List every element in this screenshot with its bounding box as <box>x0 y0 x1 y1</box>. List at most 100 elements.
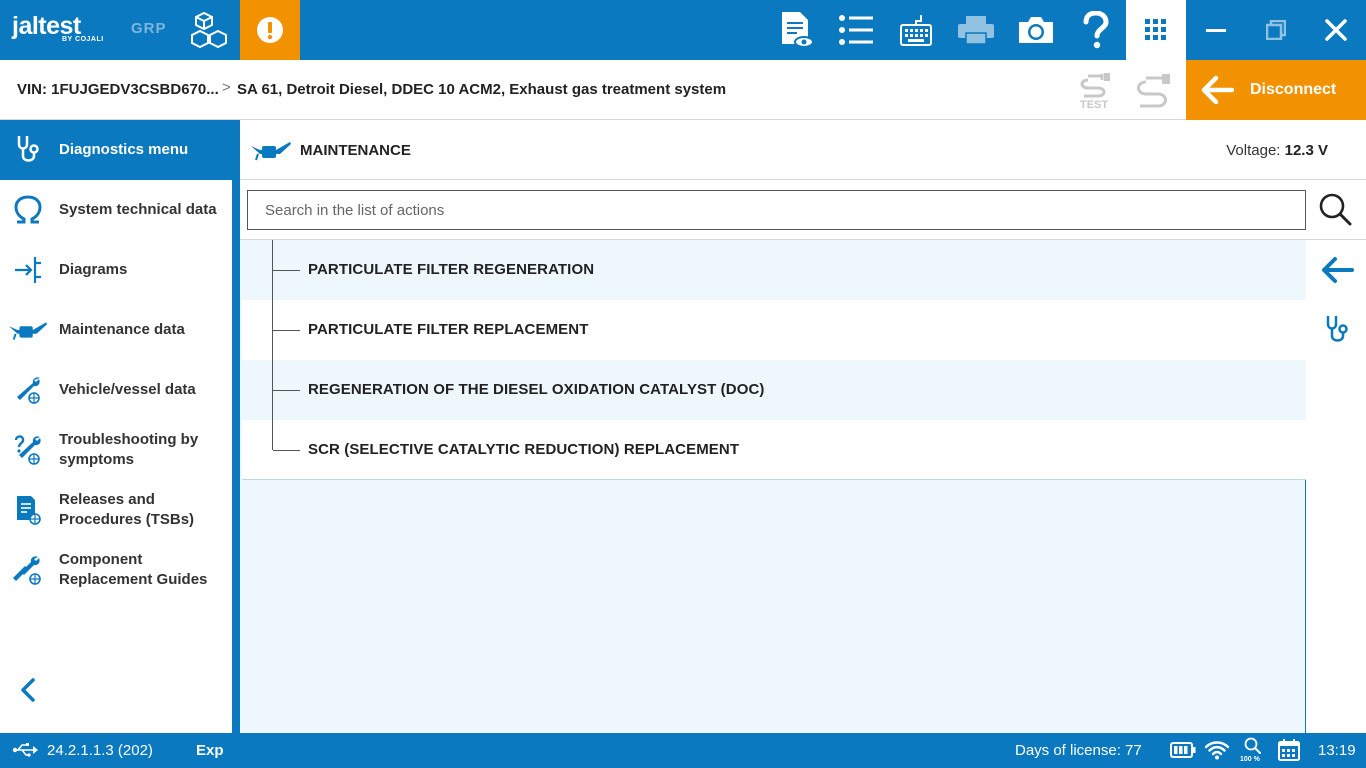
action-label: REGENERATION OF THE DIESEL OXIDATION CAT… <box>308 381 765 398</box>
voltage-label: Voltage: <box>1226 142 1281 159</box>
voltage-value: 12.3 V <box>1284 142 1328 159</box>
sidebar-item-diagnostics-menu[interactable]: Diagnostics menu <box>0 120 232 180</box>
sidebar-item-label: Troubleshooting by symptoms <box>59 431 199 468</box>
chevron-left-icon <box>21 678 35 702</box>
mode-label: Exp <box>196 742 224 759</box>
breadcrumb-system-path[interactable]: SA 61, Detroit Diesel, DDEC 10 ACM2, Exh… <box>237 81 726 98</box>
tree-branch <box>273 330 300 331</box>
zoom-icon <box>1244 737 1261 754</box>
cable-connector-icon <box>1137 74 1170 108</box>
arrow-left-icon <box>1201 75 1234 105</box>
arrow-left-icon <box>1322 257 1354 283</box>
sidebar-item-label: System technical data <box>59 201 217 218</box>
page-title: MAINTENANCE <box>300 142 411 159</box>
logo-subtext: BY COJALI <box>62 36 104 43</box>
apps-grid-icon <box>1145 19 1166 40</box>
jaltest-logo: jaltest BY COJALI <box>12 10 122 50</box>
cubes-icon[interactable] <box>190 11 230 49</box>
status-bar: 24.2.1.1.3 (202) Exp Days of license: 77… <box>0 733 1366 768</box>
list-item[interactable]: PARTICULATE FILTER REPLACEMENT <box>242 300 1306 360</box>
search-icon <box>1319 193 1352 226</box>
search-input[interactable] <box>247 190 1306 230</box>
sidebar: Diagnostics menu System technical data D… <box>0 120 240 733</box>
calendar-icon <box>1278 739 1300 761</box>
top-toolbar: jaltest BY COJALI GRP <box>0 0 1366 60</box>
list-item[interactable]: REGENERATION OF THE DIESEL OXIDATION CAT… <box>242 360 1306 420</box>
tools-globe-icon <box>8 552 48 588</box>
sidebar-item-diagrams[interactable]: Diagrams <box>0 240 232 300</box>
version-label: 24.2.1.1.3 (202) <box>47 742 153 759</box>
sidebar-item-label: Diagnostics menu <box>59 141 189 158</box>
troubleshoot-icon <box>8 432 48 468</box>
minimize-icon <box>1206 29 1226 32</box>
test-connector-icon: TEST <box>1080 73 1110 111</box>
action-label: PARTICULATE FILTER REGENERATION <box>308 261 595 278</box>
back-button[interactable] <box>1319 252 1355 288</box>
disconnect-label: Disconnect <box>1250 81 1337 98</box>
list-item[interactable]: SCR (SELECTIVE CATALYTIC REDUCTION) REPL… <box>242 420 1306 480</box>
zoom-control[interactable]: 100 % <box>1240 737 1266 765</box>
breadcrumb-separator: > <box>222 79 231 96</box>
sidebar-item-label: Component Replacement Guides <box>59 551 208 588</box>
alert-button[interactable] <box>240 0 300 60</box>
report-view-button[interactable] <box>766 0 826 60</box>
clock-time: 13:19 <box>1318 742 1356 759</box>
grp-label: GRP <box>131 20 167 37</box>
list-item[interactable]: PARTICULATE FILTER REGENERATION <box>242 240 1306 300</box>
sidebar-item-label: Maintenance data <box>59 321 185 338</box>
zoom-level: 100 % <box>1240 756 1260 763</box>
vci-cable-button[interactable] <box>1132 72 1178 112</box>
stethoscope-icon <box>1326 316 1348 342</box>
license-days-label: Days of license: 77 <box>1015 742 1142 759</box>
minimize-button[interactable] <box>1186 0 1246 60</box>
help-icon <box>1083 11 1109 49</box>
print-button[interactable] <box>946 0 1006 60</box>
tsb-document-icon <box>8 492 48 528</box>
keyboard-icon <box>900 15 932 46</box>
sidebar-item-label: Vehicle/vessel data <box>59 381 196 398</box>
apps-button[interactable] <box>1126 0 1186 60</box>
close-icon <box>1325 19 1347 41</box>
restore-button[interactable] <box>1246 0 1306 60</box>
sidebar-item-releases-and-procedures[interactable]: Releases and Procedures (TSBs) <box>0 480 232 540</box>
breadcrumb-vin[interactable]: VIN: 1FUJGEDV3CSBD670... <box>17 81 219 98</box>
stethoscope-icon <box>8 132 48 168</box>
list-icon <box>839 15 873 45</box>
help-button[interactable] <box>1066 0 1126 60</box>
wifi-icon <box>1205 741 1229 760</box>
actions-list: PARTICULATE FILTER REGENERATION PARTICUL… <box>240 240 1306 733</box>
diagnostics-shortcut-button[interactable] <box>1319 312 1355 348</box>
action-label: PARTICULATE FILTER REPLACEMENT <box>308 321 589 338</box>
list-divider <box>242 479 1306 480</box>
sidebar-item-label: Releases and Procedures (TSBs) <box>59 491 195 528</box>
search-button[interactable] <box>1318 192 1354 228</box>
sidebar-item-maintenance-data[interactable]: Maintenance data <box>0 300 232 360</box>
right-rail <box>1307 240 1366 733</box>
camera-icon <box>1019 17 1053 43</box>
search-bar <box>240 180 1366 240</box>
section-header: MAINTENANCE Voltage: 12.3 V <box>240 120 1366 180</box>
oil-can-icon <box>8 312 48 348</box>
printer-icon <box>958 16 994 45</box>
disconnect-button[interactable]: Disconnect <box>1186 60 1366 120</box>
close-button[interactable] <box>1306 0 1366 60</box>
keyboard-button[interactable] <box>886 0 946 60</box>
camera-button[interactable] <box>1006 0 1066 60</box>
sidebar-item-system-technical-data[interactable]: System technical data <box>0 180 232 240</box>
omega-icon <box>8 192 48 228</box>
tree-branch <box>273 270 300 271</box>
test-connector-button[interactable]: TEST <box>1070 72 1122 112</box>
tree-trunk <box>272 240 273 450</box>
sidebar-item-vehicle-vessel-data[interactable]: Vehicle/vessel data <box>0 360 232 420</box>
report-view-icon <box>782 12 814 48</box>
list-button[interactable] <box>826 0 886 60</box>
collapse-sidebar-button[interactable] <box>14 676 42 704</box>
test-label: TEST <box>1080 99 1108 111</box>
breadcrumb: VIN: 1FUJGEDV3CSBD670... > SA 61, Detroi… <box>0 60 1366 120</box>
tree-branch <box>273 450 300 451</box>
voltage-readout: Voltage: 12.3 V <box>1226 142 1328 159</box>
oil-can-icon <box>251 142 291 161</box>
tree-branch <box>273 390 300 391</box>
sidebar-item-troubleshooting-by-symptoms[interactable]: Troubleshooting by symptoms <box>0 420 232 480</box>
sidebar-item-component-replacement-guides[interactable]: Component Replacement Guides <box>0 540 232 600</box>
